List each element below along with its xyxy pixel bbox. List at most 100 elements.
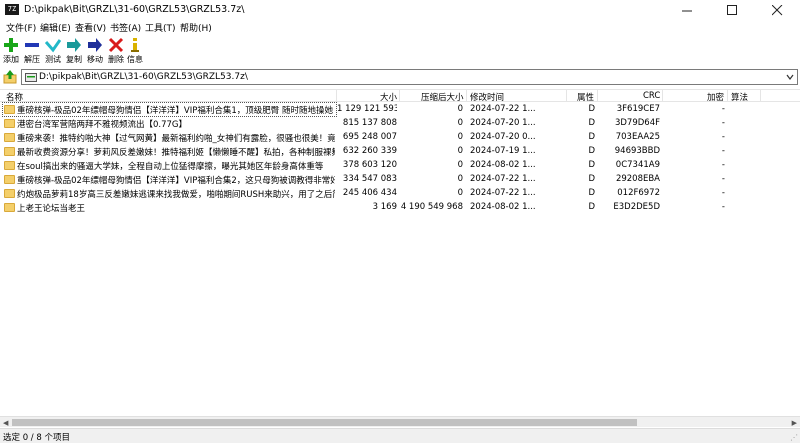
row-packed-size: 0 — [457, 146, 463, 156]
title-bar: 7Z D:\pikpak\Bit\GRZL\31-60\GRZL53\GRZL5… — [0, 0, 800, 20]
row-size: 815 137 808 — [342, 118, 397, 128]
maximize-button[interactable] — [710, 0, 755, 20]
column-modified[interactable]: 修改时间 — [470, 91, 504, 103]
row-packed-size: 0 — [457, 160, 463, 170]
row-name: 重磅来袭！推特约啪大神【过气网黄】最新福利约啪_女神们有露脸，很骚也很美！竟然喝… — [17, 134, 335, 144]
row-packed-size: 0 — [457, 118, 463, 128]
selection-status: 选定 0 / 8 个项目 — [3, 433, 70, 443]
delete-x-icon — [108, 37, 124, 53]
plus-icon — [4, 38, 18, 52]
row-modified: 2024-07-22 1... — [470, 104, 536, 114]
row-crc: 703EAA25 — [615, 132, 660, 142]
row-name: 重磅核弹-极品02年缥帽母狗情侣【洋洋洋】VIP福利合集2，这只母狗被调教得非常… — [17, 176, 335, 186]
row-packed-size: 0 — [457, 104, 463, 114]
column-method[interactable]: 算法 — [731, 91, 748, 103]
table-row[interactable]: 重磅核弹-极品02年缥帽母狗情侣【洋洋洋】VIP福利合集1，顶级肥臀 随时随地操… — [0, 102, 800, 117]
folder-icon — [4, 203, 15, 212]
row-encrypted: - — [721, 118, 725, 128]
row-crc: 012F6972 — [617, 188, 660, 198]
menu-view[interactable]: 查看(V) — [75, 21, 106, 34]
scrollbar-thumb[interactable] — [12, 419, 637, 426]
row-modified: 2024-07-19 1... — [470, 146, 536, 156]
minus-icon — [25, 43, 39, 47]
row-modified: 2024-08-02 1... — [470, 202, 536, 212]
row-packed-size: 4 190 549 968 — [400, 202, 463, 212]
menu-tools[interactable]: 工具(T) — [145, 21, 176, 34]
row-crc: 29208EBA — [615, 174, 660, 184]
column-name[interactable]: 名称 — [6, 91, 23, 103]
column-header: 名称 大小 压缩后大小 修改时间 属性 CRC 加密 算法 — [0, 90, 800, 103]
close-button[interactable] — [755, 0, 800, 20]
table-row[interactable]: 约炮极品萝莉18岁高三反差嫩妹逃课来找我做爱，啪啪期间RUSH来助兴，用了之后简… — [0, 187, 800, 201]
address-bar: D:\pikpak\Bit\GRZL\31-60\GRZL53\GRZL53.7… — [0, 67, 800, 87]
scroll-left-icon[interactable]: ◀ — [3, 419, 8, 427]
folder-icon — [4, 119, 15, 128]
row-size: 3 169 — [372, 202, 397, 212]
row-crc: 94693BBD — [614, 146, 660, 156]
row-modified: 2024-07-20 0... — [470, 132, 536, 142]
archive-icon — [25, 73, 37, 82]
status-bar: 选定 0 / 8 个项目 ⋰ — [0, 428, 800, 443]
window-title: D:\pikpak\Bit\GRZL\31-60\GRZL53\GRZL53.7… — [24, 4, 245, 15]
row-crc: 3D79D64F — [614, 118, 660, 128]
column-size[interactable]: 大小 — [380, 91, 397, 103]
column-crc[interactable]: CRC — [643, 91, 660, 101]
folder-icon — [4, 133, 15, 142]
row-packed-size: 0 — [457, 132, 463, 142]
horizontal-scrollbar[interactable]: ◀ ▶ — [0, 416, 800, 427]
table-row[interactable]: 港密台湾军营陪两拜不雅视频流出【0.77G】 815 137 808 0 202… — [0, 117, 800, 131]
row-size: 632 260 339 — [342, 146, 397, 156]
row-name: 上老王论坛当老王 — [17, 204, 86, 214]
checkmark-icon — [45, 39, 61, 53]
table-row[interactable]: 最新收费资源分享！萝莉风反差嫩妹！推特福利姬【懒懒睡不醒】私拍，各种制服裸舞、.… — [0, 145, 800, 159]
menu-bookmarks[interactable]: 书签(A) — [110, 21, 141, 34]
row-modified: 2024-07-20 1... — [470, 118, 536, 128]
menu-file[interactable]: 文件(F) — [6, 21, 36, 34]
row-encrypted: - — [721, 188, 725, 198]
info-button[interactable]: 信息 — [124, 36, 146, 64]
minimize-button[interactable] — [665, 0, 710, 20]
row-crc: 0C7341A9 — [615, 160, 660, 170]
chevron-down-icon[interactable] — [786, 73, 794, 81]
row-attributes: D — [588, 174, 595, 184]
close-icon — [772, 5, 783, 16]
folder-up-icon[interactable] — [3, 70, 17, 84]
row-attributes: D — [588, 146, 595, 156]
row-name: 港密台湾军营陪两拜不雅视频流出【0.77G】 — [17, 120, 188, 130]
row-modified: 2024-07-22 1... — [470, 188, 536, 198]
maximize-icon — [727, 5, 737, 15]
table-row[interactable]: 在soul搞出来的骚逼大学妹，全程自动上位猛得摩擦，曝光其她区年龄身高体重等 3… — [0, 159, 800, 173]
folder-icon — [4, 161, 15, 170]
scroll-right-icon[interactable]: ▶ — [792, 419, 797, 427]
row-modified: 2024-08-02 1... — [470, 160, 536, 170]
menu-bar: 文件(F) 编辑(E) 查看(V) 书签(A) 工具(T) 帮助(H) — [0, 20, 800, 34]
row-name: 约炮极品萝莉18岁高三反差嫩妹逃课来找我做爱，啪啪期间RUSH来助兴，用了之后简… — [17, 190, 335, 200]
row-attributes: D — [588, 118, 595, 128]
row-modified: 2024-07-22 1... — [470, 174, 536, 184]
row-size: 1 129 121 593 — [337, 104, 397, 114]
table-row[interactable]: 重磅核弹-极品02年缥帽母狗情侣【洋洋洋】VIP福利合集2，这只母狗被调教得非常… — [0, 173, 800, 187]
resize-grip-icon[interactable]: ⋰ — [790, 433, 798, 442]
column-encrypted[interactable]: 加密 — [707, 91, 724, 103]
toolbar: 添加 解压 测试 复制 移动 删除 信息 — [0, 34, 800, 66]
folder-icon — [4, 175, 15, 184]
row-crc: 3F619CE7 — [616, 104, 660, 114]
row-attributes: D — [588, 132, 595, 142]
table-row[interactable]: 重磅来袭！推特约啪大神【过气网黄】最新福利约啪_女神们有露脸，很骚也很美！竟然喝… — [0, 131, 800, 145]
menu-edit[interactable]: 编辑(E) — [40, 21, 71, 34]
address-path: D:\pikpak\Bit\GRZL\31-60\GRZL53\GRZL53.7… — [39, 72, 248, 82]
row-packed-size: 0 — [457, 174, 463, 184]
table-row[interactable]: 上老王论坛当老王 3 169 4 190 549 968 2024-08-02 … — [0, 201, 800, 215]
row-encrypted: - — [721, 146, 725, 156]
folder-icon — [4, 189, 15, 198]
move-arrow-icon — [88, 38, 102, 52]
row-size: 695 248 007 — [342, 132, 397, 142]
row-attributes: D — [588, 160, 595, 170]
menu-help[interactable]: 帮助(H) — [180, 21, 212, 34]
column-packed-size[interactable]: 压缩后大小 — [421, 91, 464, 103]
column-attributes[interactable]: 属性 — [577, 91, 594, 103]
row-encrypted: - — [721, 174, 725, 184]
row-name: 在soul搞出来的骚逼大学妹，全程自动上位猛得摩擦，曝光其她区年龄身高体重等 — [17, 162, 324, 172]
row-crc: E3D2DE5D — [613, 202, 660, 212]
address-input[interactable]: D:\pikpak\Bit\GRZL\31-60\GRZL53\GRZL53.7… — [21, 69, 798, 85]
